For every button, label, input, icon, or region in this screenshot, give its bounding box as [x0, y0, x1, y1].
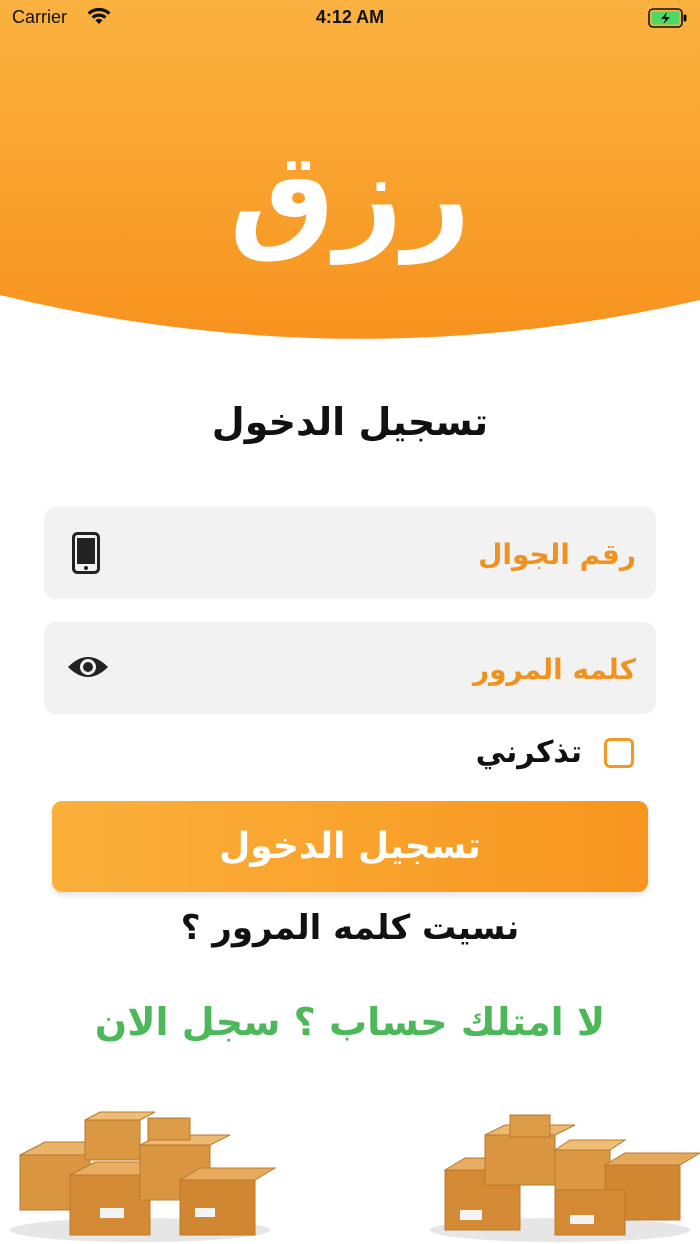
cardboard-boxes-image-right	[430, 1114, 700, 1242]
password-input[interactable]	[154, 622, 638, 716]
remember-me-label: تذكرني	[475, 735, 582, 770]
phone-input[interactable]	[154, 507, 638, 601]
status-bar: Carrier 4:12 AM	[0, 0, 700, 36]
signup-link[interactable]: لا امتلك حساب ؟ سجل الان	[0, 1000, 700, 1044]
phone-field[interactable]	[44, 507, 656, 601]
cardboard-boxes-image-left	[10, 1111, 277, 1242]
remember-me-checkbox[interactable]	[604, 737, 634, 768]
mobile-phone-icon	[72, 532, 100, 574]
battery-charging-icon	[648, 8, 687, 28]
password-field[interactable]	[44, 622, 656, 716]
app-logo: رزق	[229, 126, 471, 264]
remember-me-row[interactable]: تذكرني	[476, 735, 634, 770]
forgot-password-link[interactable]: نسيت كلمه المرور ؟	[0, 908, 700, 948]
clock-label: 4:12 AM	[315, 7, 385, 27]
login-button[interactable]: تسجيل الدخول	[52, 801, 648, 892]
page-title: تسجيل الدخول	[211, 400, 489, 444]
eye-icon[interactable]	[66, 652, 110, 682]
